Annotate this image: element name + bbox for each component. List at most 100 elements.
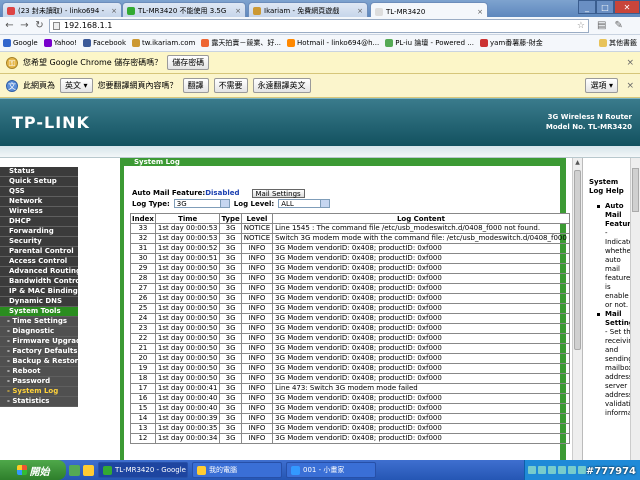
- tab-close-icon[interactable]: ×: [235, 7, 241, 15]
- menu-item[interactable]: Access Control: [0, 257, 78, 267]
- close-infobar-icon[interactable]: ×: [626, 58, 634, 68]
- help-scrollbar[interactable]: [630, 158, 640, 460]
- table-cell: 18: [130, 373, 156, 384]
- menu-item[interactable]: - Backup & Restore: [0, 357, 78, 367]
- menu-item[interactable]: - Diagnostic: [0, 327, 78, 337]
- language-select[interactable]: 英文 ▾: [60, 78, 93, 93]
- page-menu-icon[interactable]: ▤: [597, 20, 606, 31]
- menu-item[interactable]: DHCP: [0, 217, 78, 227]
- table-cell: 17: [130, 383, 156, 394]
- tray-icon[interactable]: [538, 466, 546, 474]
- scroll-thumb[interactable]: [574, 170, 581, 350]
- bookmark-item[interactable]: 露天拍賣－競業、好...: [201, 38, 281, 48]
- main-scrollbar[interactable]: ▲: [572, 158, 582, 460]
- browser-tab[interactable]: TL-MR3420 不能使用 3.5G ×: [122, 2, 246, 17]
- language-value: 英文: [65, 81, 81, 90]
- bookmark-icon: [287, 39, 296, 47]
- menu-item[interactable]: Forwarding: [0, 227, 78, 237]
- table-cell: 3G: [219, 243, 242, 254]
- tray-icon[interactable]: [558, 466, 566, 474]
- tray-icon[interactable]: [548, 466, 556, 474]
- bookmark-label: Google: [13, 39, 38, 47]
- wrench-icon[interactable]: ✎: [614, 20, 622, 31]
- help-scroll-thumb[interactable]: [632, 168, 639, 212]
- tray-icon[interactable]: [528, 466, 536, 474]
- tray-icon[interactable]: [568, 466, 576, 474]
- tab-close-icon[interactable]: ×: [111, 7, 117, 15]
- menu-item[interactable]: - Password: [0, 377, 78, 387]
- maximize-button[interactable]: □: [596, 0, 614, 14]
- no-thanks-button[interactable]: 不需要: [213, 78, 248, 93]
- bookmark-item[interactable]: yam番薯藤-財金: [479, 38, 543, 48]
- other-bookmarks[interactable]: 其他書籤: [599, 38, 637, 48]
- tab-close-icon[interactable]: ×: [477, 8, 483, 16]
- taskbar-button[interactable]: 001 - 小畫家: [286, 462, 376, 478]
- minimize-button[interactable]: _: [578, 0, 596, 14]
- tray-icon[interactable]: [578, 466, 586, 474]
- bookmark-star-icon[interactable]: ☆: [577, 20, 585, 32]
- close-translate-icon[interactable]: ×: [626, 81, 634, 91]
- watermark: #777974: [585, 466, 636, 477]
- table-row: 33 1st day 00:00:53 3G NOTICE Line 1545 : Th…: [130, 223, 570, 234]
- tab-close-icon[interactable]: ×: [357, 7, 363, 15]
- table-cell: NOTICE: [240, 223, 274, 234]
- taskbar-button[interactable]: 我的電腦: [192, 462, 282, 478]
- menu-item[interactable]: - Statistics: [0, 397, 78, 407]
- bookmark-label: 露天拍賣－競業、好...: [211, 39, 282, 47]
- menu-item[interactable]: Advanced Routing: [0, 267, 78, 277]
- address-bar[interactable]: 192.168.1.1 ☆: [49, 18, 589, 33]
- table-cell: 23: [130, 323, 156, 334]
- menu-item[interactable]: - Time Settings: [0, 317, 78, 327]
- model-line-2: Model No. TL-MR3420: [545, 123, 632, 131]
- quicklaunch-folder-icon[interactable]: [83, 464, 94, 476]
- model-info: 3G Wireless N Router Model No. TL-MR3420: [546, 112, 632, 132]
- log-type-select[interactable]: 3G: [173, 199, 230, 208]
- menu-item[interactable]: Security: [0, 237, 78, 247]
- bookmark-item[interactable]: Google: [3, 39, 38, 47]
- menu-item[interactable]: Parental Control: [0, 247, 78, 257]
- save-password-button[interactable]: 儲存密碼: [167, 55, 210, 70]
- start-button[interactable]: 開始: [0, 460, 66, 480]
- table-cell: 3G Modem vendorID: 0x408; productID: 0xf…: [272, 433, 570, 444]
- menu-item[interactable]: Status: [0, 167, 78, 177]
- table-cell: Line 473: Switch 3G modem mode failed: [272, 383, 570, 394]
- menu-item[interactable]: - Factory Defaults: [0, 347, 78, 357]
- windows-logo-icon: [16, 465, 27, 475]
- bookmark-item[interactable]: tw.ikariam.com: [132, 39, 195, 47]
- menu-item[interactable]: - Firmware Upgrade: [0, 337, 78, 347]
- menu-item[interactable]: System Tools: [0, 307, 78, 317]
- log-level-select[interactable]: ALL: [278, 199, 331, 208]
- close-window-button[interactable]: ✕: [614, 0, 640, 14]
- forward-icon[interactable]: →: [19, 20, 30, 31]
- table-cell: INFO: [240, 373, 274, 384]
- back-icon[interactable]: ←: [4, 20, 15, 31]
- browser-tab[interactable]: (23 封未讀取) - linko694 - ×: [2, 2, 122, 17]
- menu-item[interactable]: - System Log: [0, 387, 78, 397]
- reload-icon[interactable]: ↻: [34, 20, 45, 31]
- bookmark-item[interactable]: PL-iu 論壇 - Powered ...: [385, 38, 474, 48]
- log-table: Index Time Type Level Log Content 33 1st day …: [130, 213, 570, 444]
- menu-item[interactable]: QSS: [0, 187, 78, 197]
- browser-tab[interactable]: Ikariam - 免費網頁遊戲 ×: [248, 2, 368, 17]
- menu-item[interactable]: IP & MAC Binding: [0, 287, 78, 297]
- taskbar-button[interactable]: TL-MR3420 - Google ...: [98, 462, 188, 478]
- translate-button[interactable]: 翻譯: [182, 78, 209, 93]
- bookmark-item[interactable]: Facebook: [83, 39, 126, 47]
- bookmark-icon: [83, 39, 92, 47]
- bookmark-item[interactable]: Hotmail - linko694@h...: [287, 39, 379, 47]
- menu-item[interactable]: Bandwidth Control: [0, 277, 78, 287]
- mail-settings-button[interactable]: Mail Settings: [251, 188, 305, 198]
- menu-item[interactable]: - Reboot: [0, 367, 78, 377]
- options-button[interactable]: 選項 ▾: [585, 78, 618, 93]
- bookmark-item[interactable]: Yahoo!: [43, 39, 77, 47]
- browser-tab[interactable]: TL-MR3420 ×: [370, 2, 488, 18]
- table-cell: 29: [130, 263, 156, 274]
- menu-item[interactable]: Dynamic DNS: [0, 297, 78, 307]
- menu-item[interactable]: Network: [0, 197, 78, 207]
- menu-item[interactable]: Quick Setup: [0, 177, 78, 187]
- quicklaunch-chrome-icon[interactable]: [69, 464, 80, 476]
- menu-item[interactable]: Wireless: [0, 207, 78, 217]
- scroll-up-icon[interactable]: ▲: [574, 159, 581, 167]
- always-translate-button[interactable]: 永遠翻譯英文: [252, 78, 311, 93]
- table-row: 28 1st day 00:00:50 3G INFO 3G Modem vendorI…: [130, 273, 570, 284]
